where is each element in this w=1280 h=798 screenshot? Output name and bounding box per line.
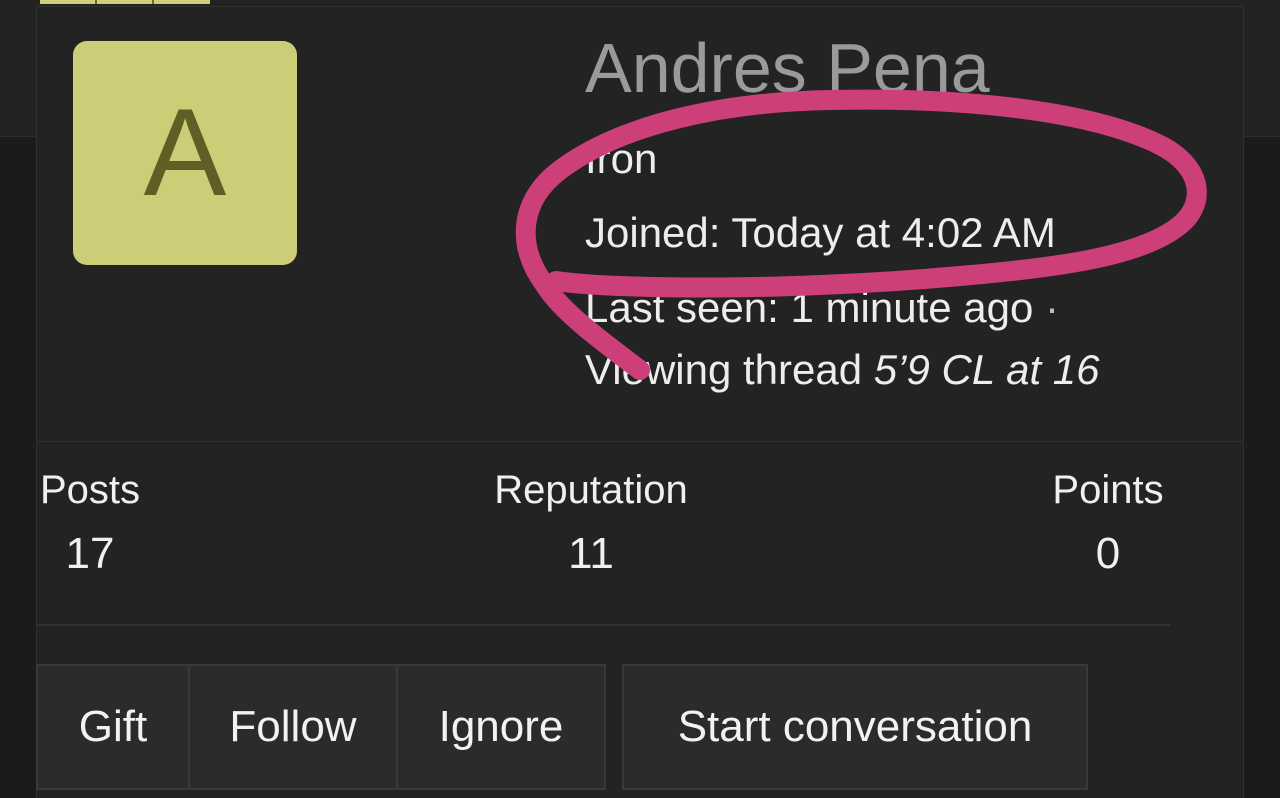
follow-button[interactable]: Follow <box>188 664 396 790</box>
last-seen-info: Last seen: 1 minute ago · <box>585 287 1059 329</box>
ignore-button[interactable]: Ignore <box>396 664 606 790</box>
joined-label: Joined: <box>585 209 721 256</box>
stat-reputation[interactable]: Reputation 11 <box>482 470 700 576</box>
last-seen-label: Last seen: <box>585 284 779 331</box>
stat-label: Posts <box>39 468 141 512</box>
stat-points[interactable]: Points 0 <box>1046 470 1170 576</box>
start-conversation-button[interactable]: Start conversation <box>622 664 1088 790</box>
joined-info: Joined: Today at 4:02 AM <box>585 212 1056 254</box>
avatar-letter: A <box>143 84 227 222</box>
stat-value: 0 <box>1095 529 1121 578</box>
separator-dot: · <box>1045 284 1059 331</box>
profile-page: A Andres Pena Iron Joined: Today at 4:02… <box>0 0 1280 798</box>
background-tab-divider <box>152 0 154 4</box>
stat-label: Points <box>1052 468 1164 512</box>
stat-value: 17 <box>65 529 115 578</box>
username[interactable]: Andres Pena <box>585 33 990 103</box>
member-stats: Posts 17 Reputation 11 Points 0 <box>36 470 1170 590</box>
background-tab <box>40 0 210 4</box>
current-activity: Viewing thread 5’9 CL at 16 <box>585 349 1100 391</box>
last-seen-value: 1 minute ago <box>790 284 1034 331</box>
viewing-prefix: Viewing thread <box>585 346 863 393</box>
user-title: Iron <box>585 135 658 182</box>
member-actions: Gift Follow Ignore Start conversation <box>36 664 1088 792</box>
stat-posts[interactable]: Posts 17 <box>36 470 144 576</box>
avatar[interactable]: A <box>73 41 297 265</box>
member-header: A Andres Pena Iron Joined: Today at 4:02… <box>37 7 1243 442</box>
divider <box>36 624 1170 626</box>
stat-label: Reputation <box>494 468 688 512</box>
joined-date: Today at 4:02 AM <box>731 209 1056 256</box>
stat-value: 11 <box>568 529 614 578</box>
gift-button[interactable]: Gift <box>36 664 188 790</box>
background-tab-divider <box>95 0 97 4</box>
viewing-thread-link[interactable]: 5’9 CL at 16 <box>874 346 1100 393</box>
